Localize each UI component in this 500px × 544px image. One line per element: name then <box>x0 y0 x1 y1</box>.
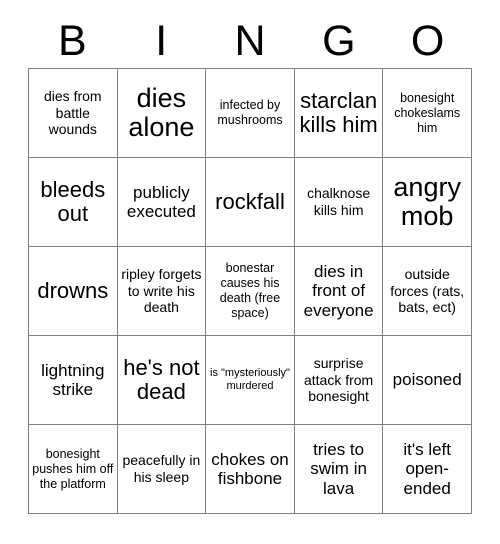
bingo-cell-label: dies from battle wounds <box>44 88 102 138</box>
bingo-cell-label: it's left open-ended <box>403 439 452 498</box>
bingo-cell[interactable]: bonesight chokeslams him <box>383 69 472 158</box>
bingo-cell-label: chokes on fishbone <box>211 449 289 488</box>
bingo-cell-label: starclan kills him <box>299 87 378 137</box>
bingo-header-row: B I N G O <box>28 14 472 68</box>
bingo-cell[interactable]: lightning strike <box>29 336 118 425</box>
bingo-cell[interactable]: drowns <box>29 247 118 336</box>
bingo-cell[interactable]: tries to swim in lava <box>294 425 384 514</box>
bingo-cell-label: ripley forgets to write his death <box>121 266 202 316</box>
bingo-header-letter-n: N <box>234 16 266 65</box>
bingo-grid: dies from battle wounds dies alone infecte… <box>28 68 472 514</box>
bingo-cell[interactable]: bonesight pushes him off the platform <box>29 425 118 514</box>
bingo-cell[interactable]: he's not dead <box>117 336 207 425</box>
bingo-cell-label: infected by mushrooms <box>217 98 283 127</box>
bingo-cell[interactable]: dies alone <box>117 69 207 158</box>
bingo-cell-label: bonesight chokeslams him <box>394 90 461 135</box>
bingo-cell-free-space[interactable]: bonestar causes his death (free space) <box>206 247 295 336</box>
bingo-cell[interactable]: dies from battle wounds <box>29 69 118 158</box>
bingo-cell-label: bonestar causes his death (free space) <box>219 261 281 320</box>
bingo-cell-label: rockfall <box>215 188 285 214</box>
bingo-cell[interactable]: outside forces (rats, bats, ect) <box>383 247 472 336</box>
bingo-header-letter-o: O <box>410 16 445 65</box>
bingo-cell-label: publicly executed <box>126 182 196 221</box>
bingo-cell[interactable]: chokes on fishbone <box>206 425 295 514</box>
bingo-cell-label: he's not dead <box>123 354 200 404</box>
bingo-cell-label: surprise attack from bonesight <box>303 355 374 405</box>
bingo-cell[interactable]: peacefully in his sleep <box>117 425 207 514</box>
bingo-cell[interactable]: publicly executed <box>117 158 207 247</box>
bingo-cell[interactable]: bleeds out <box>29 158 118 247</box>
bingo-cell-label: dies in front of everyone <box>303 261 374 320</box>
bingo-cell[interactable]: angry mob <box>383 158 472 247</box>
bingo-card: B I N G O dies from battle wounds dies al… <box>0 0 500 544</box>
bingo-cell-label: outside forces (rats, bats, ect) <box>390 266 465 316</box>
bingo-cell-label: dies alone <box>128 82 195 142</box>
bingo-cell-label: tries to swim in lava <box>310 439 367 498</box>
bingo-cell[interactable]: is "mysteriously" murdered <box>206 336 295 425</box>
bingo-cell-label: chalknose kills him <box>307 185 371 218</box>
bingo-cell[interactable]: starclan kills him <box>294 69 384 158</box>
bingo-cell[interactable]: it's left open-ended <box>383 425 472 514</box>
bingo-cell[interactable]: infected by mushrooms <box>206 69 295 158</box>
bingo-cell[interactable]: dies in front of everyone <box>294 247 384 336</box>
bingo-cell-label: lightning strike <box>41 360 105 399</box>
bingo-cell[interactable]: poisoned <box>383 336 472 425</box>
bingo-cell-label: drowns <box>37 277 109 303</box>
bingo-header-letter-i: I <box>155 16 168 65</box>
bingo-cell-label: bonesight pushes him off the platform <box>32 446 114 491</box>
bingo-cell-label: is "mysteriously" murdered <box>210 366 290 392</box>
bingo-header-letter-b: B <box>58 16 87 65</box>
bingo-cell[interactable]: surprise attack from bonesight <box>294 336 384 425</box>
bingo-cell[interactable]: rockfall <box>206 158 295 247</box>
bingo-cell-label: peacefully in his sleep <box>122 452 201 485</box>
bingo-cell[interactable]: ripley forgets to write his death <box>117 247 207 336</box>
bingo-cell[interactable]: chalknose kills him <box>294 158 384 247</box>
bingo-cell-label: angry mob <box>393 171 461 231</box>
bingo-cell-label: poisoned <box>392 370 462 390</box>
bingo-header-letter-g: G <box>322 16 356 65</box>
bingo-cell-label: bleeds out <box>40 176 106 226</box>
